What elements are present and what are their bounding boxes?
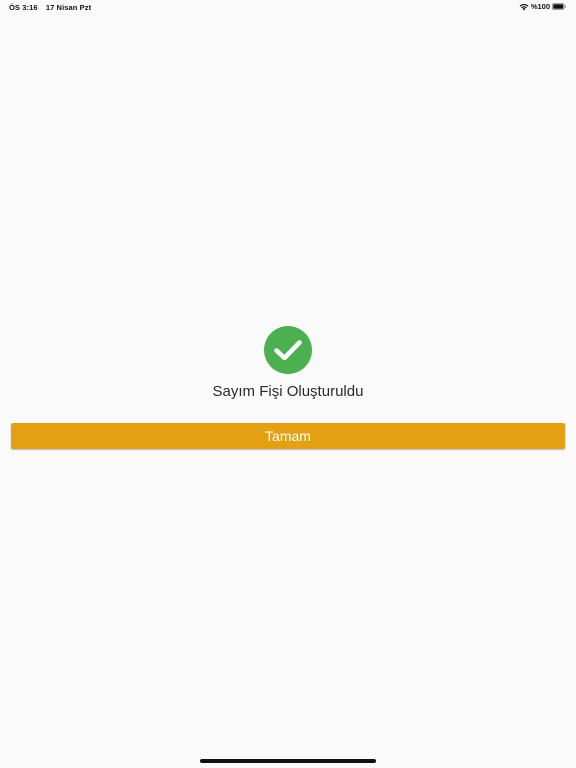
checkmark-circle-icon [264,326,312,374]
home-indicator[interactable] [200,759,376,763]
success-message: Sayım Fişi Oluşturuldu [212,383,364,400]
main-content: Sayım Fişi Oluşturuldu Tamam [0,0,576,768]
ok-button[interactable]: Tamam [11,423,565,449]
